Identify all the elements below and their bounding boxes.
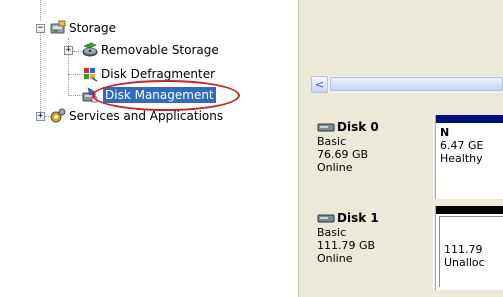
tree-guide	[73, 51, 81, 52]
disk-0-type: Basic	[317, 135, 347, 148]
disk-0-size: 76.69 GB	[317, 148, 369, 161]
disk-0-volume[interactable]: N 6.47 GE Healthy	[435, 115, 503, 199]
expand-services-toggle[interactable]: +	[36, 112, 45, 121]
disk-0-status: Online	[317, 161, 353, 174]
disk-1-status: Online	[317, 252, 353, 265]
scroll-left-button[interactable]: <	[311, 76, 328, 93]
disk-drive-icon	[317, 214, 335, 223]
disk-1-row[interactable]: Disk 1 Basic 111.79 GB Online 111.79 Una…	[305, 206, 503, 290]
horizontal-scrollbar[interactable]: <	[311, 76, 503, 93]
tree-label-services-and-applications: Services and Applications	[69, 109, 224, 123]
volume-bar-unallocated	[436, 206, 503, 214]
disk-0-header: Disk 0	[317, 119, 427, 135]
pane-splitter[interactable]	[298, 0, 305, 297]
console-tree: − Storage + Removable Storage Disk Defra…	[0, 0, 298, 297]
collapse-storage-toggle[interactable]: −	[36, 24, 45, 33]
disk-defragmenter-icon	[84, 68, 98, 82]
disk-1-type: Basic	[317, 226, 347, 239]
disk-1-volume-frame: 111.79 Unalloc	[439, 216, 503, 287]
expand-removable-storage-toggle[interactable]: +	[64, 46, 73, 55]
disk-1-name: Disk 1	[337, 211, 379, 225]
disk-1-volume-size: 111.79	[444, 243, 483, 256]
disk-1-size: 111.79 GB	[317, 239, 376, 252]
disk-0-volume-text: N 6.47 GE Healthy	[436, 123, 503, 168]
tree-guide	[40, 30, 41, 116]
disk-management-pane: < Disk 0 Basic 76.69 GB Online N 6.47 GE	[305, 0, 503, 297]
disk-1-volume-status: Unalloc	[444, 256, 485, 269]
disk-0-info[interactable]: Disk 0 Basic 76.69 GB Online	[311, 115, 434, 199]
tree-guide	[40, 0, 41, 21]
services-and-applications-icon	[50, 108, 66, 123]
storage-icon	[50, 20, 66, 34]
tree-label-storage: Storage	[69, 21, 116, 35]
disk-0-volume-size: 6.47 GE	[440, 139, 484, 152]
disk-0-volume-label: N	[440, 126, 450, 139]
tree-guide	[68, 95, 82, 96]
tree-label-removable-storage: Removable Storage	[101, 43, 219, 57]
tree-guide	[68, 74, 82, 75]
disk-1-volume-text: 111.79 Unalloc	[440, 217, 503, 272]
disk-1-volume[interactable]: 111.79 Unalloc	[435, 206, 503, 290]
disk-1-info[interactable]: Disk 1 Basic 111.79 GB Online	[311, 206, 434, 290]
disk-drive-icon	[317, 123, 335, 132]
removable-storage-icon	[82, 42, 98, 57]
disk-1-header: Disk 1	[317, 210, 427, 226]
volume-bar-primary	[436, 115, 503, 123]
disk-0-name: Disk 0	[337, 120, 379, 134]
annotation-circle	[92, 80, 240, 111]
disk-0-row[interactable]: Disk 0 Basic 76.69 GB Online N 6.47 GE H…	[305, 115, 503, 199]
scroll-thumb[interactable]	[330, 77, 503, 91]
disk-0-volume-status: Healthy	[440, 152, 483, 165]
